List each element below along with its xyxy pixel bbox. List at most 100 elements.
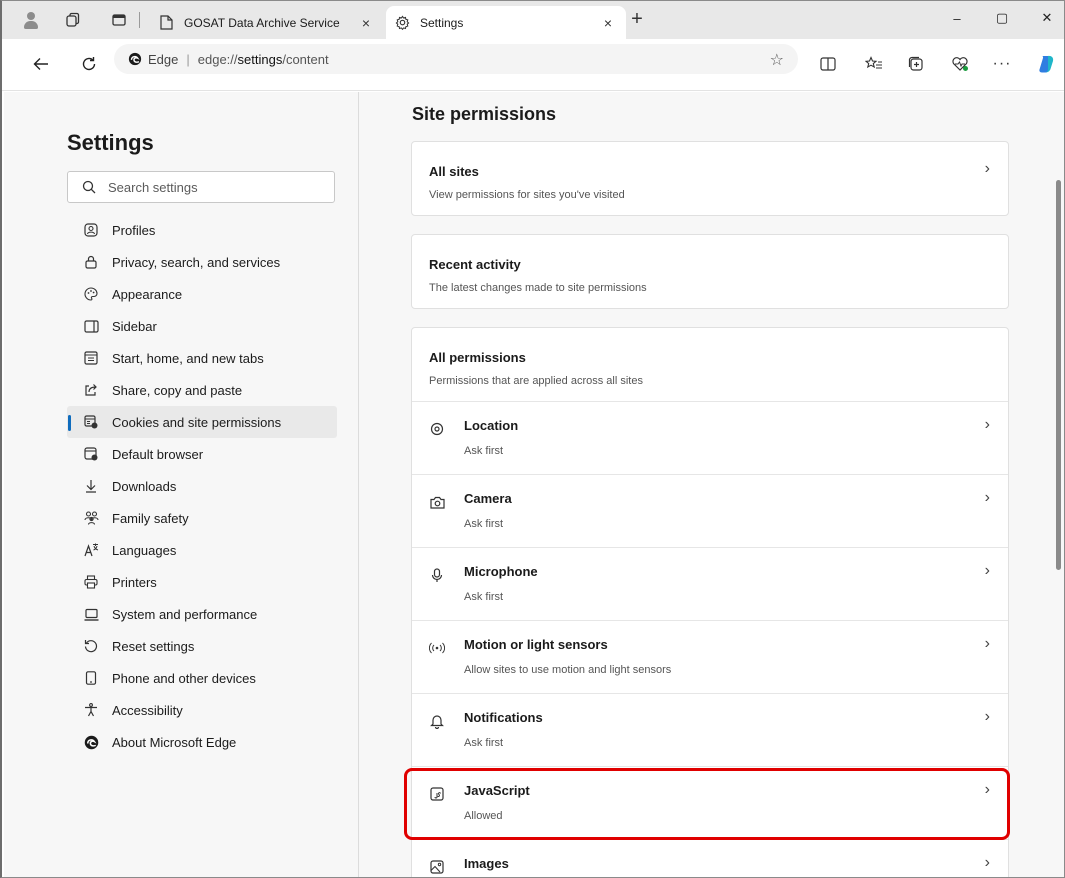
permission-location[interactable]: Location Ask first › bbox=[412, 402, 1008, 475]
chevron-right-icon: › bbox=[984, 489, 990, 506]
sidebar-item-reset[interactable]: Reset settings bbox=[67, 630, 337, 662]
address-toolbar: Edge | edge://settings/content ☆ ··· bbox=[2, 39, 1064, 91]
permission-microphone[interactable]: Microphone Ask first › bbox=[412, 548, 1008, 621]
chevron-right-icon: › bbox=[984, 854, 990, 871]
microphone-icon bbox=[429, 567, 445, 583]
reset-icon bbox=[83, 638, 99, 654]
sidebar-item-label: Appearance bbox=[112, 286, 183, 302]
sidebar-item-downloads[interactable]: Downloads bbox=[67, 470, 337, 502]
row-title: Images bbox=[464, 856, 509, 871]
javascript-icon bbox=[429, 786, 445, 802]
split-screen-icon[interactable] bbox=[818, 54, 838, 74]
permission-javascript[interactable]: JavaScript Allowed › bbox=[412, 767, 1008, 840]
sidebar-item-label: About Microsoft Edge bbox=[112, 734, 237, 750]
recent-activity-card[interactable]: Recent activity The latest changes made … bbox=[411, 234, 1009, 309]
sidebar-item-label: Share, copy and paste bbox=[112, 382, 243, 398]
tab-close-icon[interactable]: × bbox=[598, 15, 618, 31]
search-input[interactable] bbox=[108, 179, 308, 195]
collections-icon[interactable] bbox=[906, 54, 926, 74]
row-title: All sites bbox=[429, 164, 479, 179]
settings-sidebar: Settings Profiles Privacy, search, and s… bbox=[4, 92, 359, 877]
sidebar-item-about[interactable]: About Microsoft Edge bbox=[67, 726, 337, 758]
row-title: All permissions bbox=[429, 350, 526, 365]
browser-essentials-icon[interactable] bbox=[950, 54, 970, 74]
sidebar-item-label: Printers bbox=[112, 574, 157, 590]
chevron-right-icon: › bbox=[984, 562, 990, 579]
palette-icon bbox=[83, 286, 99, 302]
copilot-icon[interactable] bbox=[1036, 54, 1056, 74]
row-title: Recent activity bbox=[429, 257, 521, 272]
permission-motion-sensors[interactable]: Motion or light sensors Allow sites to u… bbox=[412, 621, 1008, 694]
tab-title: GOSAT Data Archive Service bbox=[184, 15, 340, 30]
row-subtitle: Ask first bbox=[464, 445, 504, 457]
refresh-icon[interactable] bbox=[80, 55, 98, 73]
address-url: edge://settings/content bbox=[197, 51, 329, 67]
sidebar-item-family-safety[interactable]: Family safety bbox=[67, 502, 337, 534]
page-icon bbox=[158, 15, 174, 31]
row-subtitle: Ask first bbox=[464, 518, 504, 530]
scrollbar-thumb[interactable] bbox=[1056, 180, 1061, 570]
sidebar-item-privacy[interactable]: Privacy, search, and services bbox=[67, 246, 337, 278]
sidebar-item-appearance[interactable]: Appearance bbox=[67, 278, 337, 310]
sidebar-item-accessibility[interactable]: Accessibility bbox=[67, 694, 337, 726]
download-icon bbox=[83, 478, 99, 494]
sidebar-item-languages[interactable]: Languages bbox=[67, 534, 337, 566]
chevron-right-icon: › bbox=[984, 781, 990, 798]
bell-icon bbox=[429, 713, 445, 729]
favorites-icon[interactable] bbox=[864, 54, 884, 74]
tab-actions-icon[interactable] bbox=[110, 11, 128, 29]
sidebar-item-label: Family safety bbox=[112, 510, 189, 526]
languages-icon bbox=[83, 542, 99, 558]
tab-settings[interactable]: Settings × bbox=[386, 6, 626, 39]
sidebar-item-default-browser[interactable]: Default browser bbox=[67, 438, 337, 470]
tab-close-icon[interactable]: × bbox=[356, 15, 376, 31]
search-settings-box[interactable] bbox=[67, 171, 335, 203]
sidebar-item-profiles[interactable]: Profiles bbox=[67, 214, 337, 246]
row-subtitle: The latest changes made to site permissi… bbox=[429, 282, 647, 294]
workspaces-icon[interactable] bbox=[64, 11, 82, 29]
permission-notifications[interactable]: Notifications Ask first › bbox=[412, 694, 1008, 767]
sidebar-item-label: System and performance bbox=[112, 606, 258, 622]
tab-gosat[interactable]: GOSAT Data Archive Service × bbox=[150, 6, 384, 39]
sidebar-item-printers[interactable]: Printers bbox=[67, 566, 337, 598]
sidebar-item-label: Accessibility bbox=[112, 702, 183, 718]
row-subtitle: Allow sites to use motion and light sens… bbox=[464, 664, 672, 676]
back-arrow-icon[interactable] bbox=[32, 55, 50, 73]
new-tab-button[interactable]: + bbox=[628, 9, 646, 29]
all-permissions-card: All permissions Permissions that are app… bbox=[411, 327, 1009, 877]
more-options-icon[interactable]: ··· bbox=[992, 54, 1012, 74]
maximize-button[interactable]: ▢ bbox=[979, 1, 1025, 35]
sidebar-item-phone[interactable]: Phone and other devices bbox=[67, 662, 337, 694]
row-title: Motion or light sensors bbox=[464, 637, 608, 652]
site-permissions-panel: Site permissions All sites View permissi… bbox=[361, 92, 1064, 877]
minimize-button[interactable]: – bbox=[934, 1, 980, 35]
sidebar-item-label: Phone and other devices bbox=[112, 670, 256, 686]
tab-title: Settings bbox=[420, 15, 464, 30]
page-title: Site permissions bbox=[412, 104, 557, 124]
favorite-star-icon[interactable]: ☆ bbox=[770, 50, 784, 70]
chevron-right-icon: › bbox=[984, 160, 990, 177]
sidebar-item-share[interactable]: Share, copy and paste bbox=[67, 374, 337, 406]
recent-activity-row[interactable]: Recent activity The latest changes made … bbox=[412, 235, 1008, 308]
scrollbar[interactable] bbox=[1055, 92, 1063, 877]
family-icon bbox=[83, 510, 99, 526]
home-tabs-icon bbox=[83, 350, 99, 366]
lock-icon bbox=[83, 254, 99, 270]
address-bar[interactable]: Edge | edge://settings/content ☆ bbox=[114, 44, 798, 74]
all-permissions-header: All permissions Permissions that are app… bbox=[412, 328, 1008, 402]
sidebar-item-sidebar[interactable]: Sidebar bbox=[67, 310, 337, 342]
sidebar-item-system[interactable]: System and performance bbox=[67, 598, 337, 630]
sidebar-item-cookies[interactable]: Cookies and site permissions bbox=[67, 406, 337, 438]
profile-icon[interactable] bbox=[22, 11, 40, 29]
permission-images[interactable]: Images › bbox=[412, 840, 1008, 877]
all-sites-row[interactable]: All sites View permissions for sites you… bbox=[412, 142, 1008, 215]
accessibility-icon bbox=[83, 702, 99, 718]
address-scheme: Edge bbox=[148, 51, 179, 67]
sidebar-item-label: Default browser bbox=[112, 446, 204, 462]
gear-icon bbox=[394, 15, 410, 31]
all-sites-card[interactable]: All sites View permissions for sites you… bbox=[411, 141, 1009, 216]
sidebar-item-label: Languages bbox=[112, 542, 177, 558]
close-window-button[interactable]: ✕ bbox=[1024, 1, 1064, 35]
permission-camera[interactable]: Camera Ask first › bbox=[412, 475, 1008, 548]
sidebar-item-start-home[interactable]: Start, home, and new tabs bbox=[67, 342, 337, 374]
